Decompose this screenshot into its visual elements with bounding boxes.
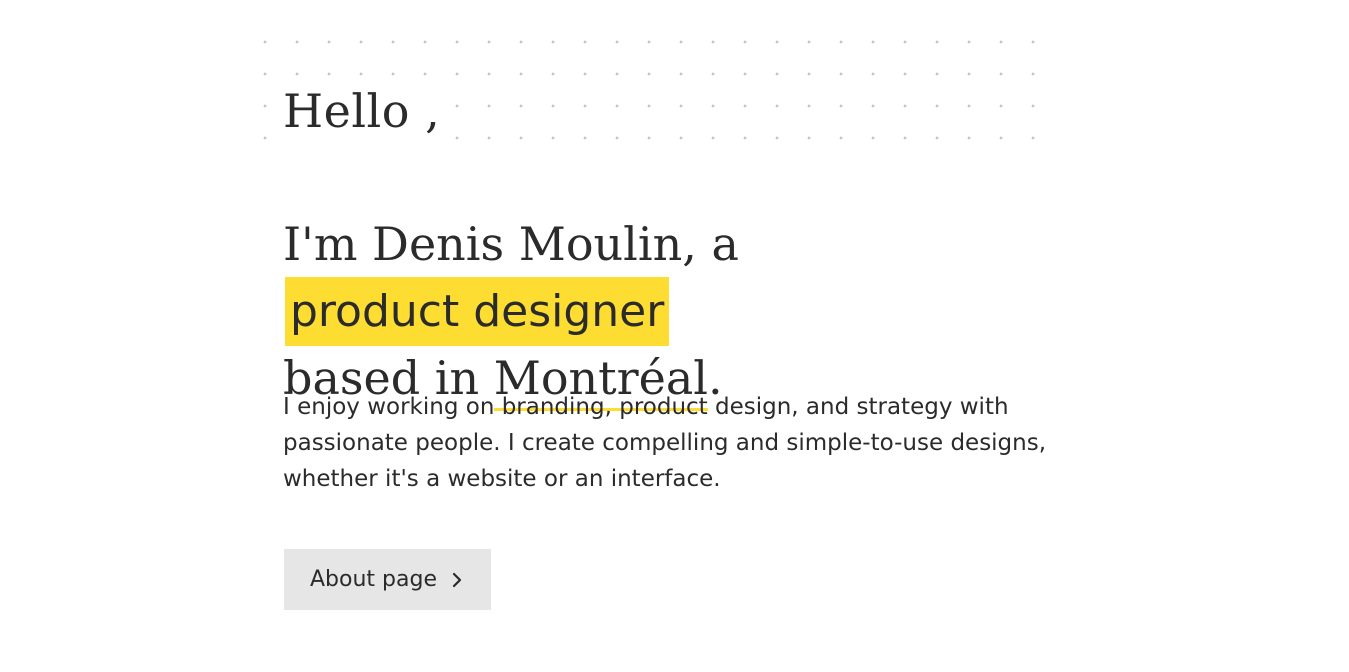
greeting-heading: Hello , [283,80,449,142]
intro-paragraph: I enjoy working on branding, product des… [283,394,1047,492]
about-page-button-label: About page [310,567,437,592]
about-page-button[interactable]: About page [284,549,491,610]
intro-headline: I'm Denis Moulin, a product designer base… [283,212,1043,411]
headline-intro: I'm Denis Moulin, a [283,217,739,271]
role-highlight: product designer [285,277,670,346]
chevron-right-icon [451,571,463,589]
